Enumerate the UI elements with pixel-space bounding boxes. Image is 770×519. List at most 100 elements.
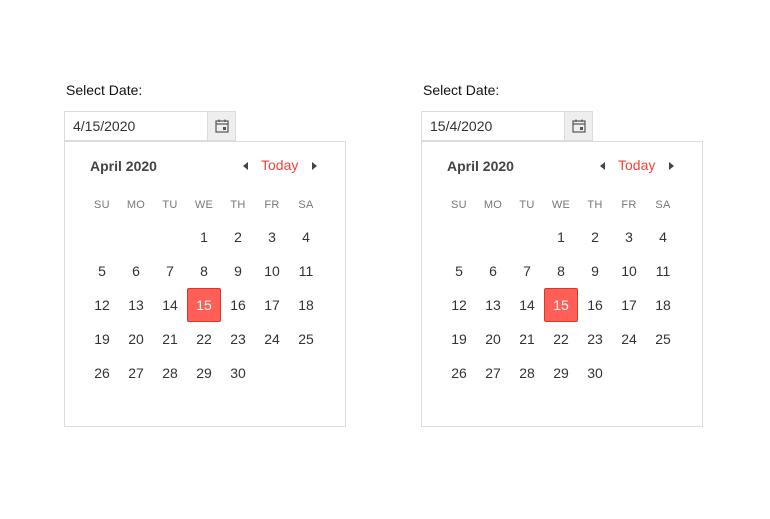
day-cell[interactable]: 10 [255, 254, 289, 288]
calendar-week-row: 5 6 7 8 9 10 11 [85, 254, 327, 288]
day-cell[interactable]: 22 [187, 322, 221, 356]
triangle-right-icon [669, 162, 674, 170]
day-cell[interactable]: 20 [119, 322, 153, 356]
day-cell[interactable]: 17 [255, 288, 289, 322]
day-cell[interactable]: 5 [442, 254, 476, 288]
date-input[interactable] [422, 112, 566, 140]
prev-month-button[interactable] [596, 158, 610, 174]
day-cell[interactable]: 12 [85, 288, 119, 322]
weekday-label: FR [264, 199, 280, 211]
next-month-button[interactable] [307, 158, 321, 174]
day-cell[interactable]: 9 [578, 254, 612, 288]
selected-day-cell[interactable]: 15 [187, 288, 221, 322]
day-cell[interactable]: 19 [442, 322, 476, 356]
selected-day-cell[interactable]: 15 [544, 288, 578, 322]
today-button[interactable]: Today [618, 157, 655, 173]
day-cell[interactable]: 11 [289, 254, 323, 288]
weekday-label: SA [655, 199, 671, 211]
day-cell[interactable]: 29 [187, 356, 221, 390]
empty-day-cell [442, 220, 476, 254]
calendar-icon [214, 119, 229, 133]
day-cell[interactable]: 23 [578, 322, 612, 356]
date-input[interactable] [65, 112, 209, 140]
triangle-left-icon [600, 162, 605, 170]
day-cell[interactable]: 28 [153, 356, 187, 390]
empty-day-cell [85, 220, 119, 254]
day-cell[interactable]: 23 [221, 322, 255, 356]
day-cell[interactable]: 16 [578, 288, 612, 322]
day-cell[interactable]: 18 [289, 288, 323, 322]
day-cell[interactable]: 13 [119, 288, 153, 322]
day-cell[interactable]: 11 [646, 254, 680, 288]
day-cell[interactable]: 6 [476, 254, 510, 288]
day-cell[interactable]: 8 [187, 254, 221, 288]
day-cell[interactable]: 18 [646, 288, 680, 322]
day-cell[interactable]: 25 [646, 322, 680, 356]
day-cell[interactable]: 3 [255, 220, 289, 254]
month-title: April 2020 [90, 158, 157, 174]
day-cell[interactable]: 16 [221, 288, 255, 322]
day-cell[interactable]: 2 [221, 220, 255, 254]
calendar-week-row: 26 27 28 29 30 [442, 356, 684, 390]
day-cell[interactable]: 24 [255, 322, 289, 356]
day-cell[interactable]: 14 [510, 288, 544, 322]
day-cell[interactable]: 8 [544, 254, 578, 288]
day-cell[interactable]: 22 [544, 322, 578, 356]
day-cell[interactable]: 21 [510, 322, 544, 356]
day-cell[interactable]: 5 [85, 254, 119, 288]
day-cell[interactable]: 17 [612, 288, 646, 322]
day-cell[interactable]: 25 [289, 322, 323, 356]
day-cell[interactable]: 7 [153, 254, 187, 288]
day-cell[interactable]: 26 [85, 356, 119, 390]
empty-day-cell [289, 356, 323, 390]
day-cell[interactable]: 2 [578, 220, 612, 254]
day-cell[interactable]: 28 [510, 356, 544, 390]
weekday-header: SU MO TU WE TH FR SA [85, 196, 327, 214]
day-cell[interactable]: 7 [510, 254, 544, 288]
weekday-label: TH [587, 199, 603, 211]
empty-day-cell [476, 220, 510, 254]
day-cell[interactable]: 10 [612, 254, 646, 288]
day-cell[interactable]: 6 [119, 254, 153, 288]
day-cell[interactable]: 30 [578, 356, 612, 390]
date-input-wrapper [421, 111, 593, 141]
day-cell[interactable]: 1 [187, 220, 221, 254]
empty-day-cell [119, 220, 153, 254]
calendar-icon [571, 119, 586, 133]
day-cell[interactable]: 27 [476, 356, 510, 390]
day-cell[interactable]: 24 [612, 322, 646, 356]
day-cell[interactable]: 20 [476, 322, 510, 356]
calendar-button[interactable] [564, 112, 592, 140]
day-cell[interactable]: 3 [612, 220, 646, 254]
weekday-label: SU [94, 199, 110, 211]
weekday-label: FR [621, 199, 637, 211]
day-cell[interactable]: 19 [85, 322, 119, 356]
weekday-label: TU [519, 199, 535, 211]
day-cell[interactable]: 26 [442, 356, 476, 390]
day-cell[interactable]: 1 [544, 220, 578, 254]
day-cell[interactable]: 30 [221, 356, 255, 390]
day-cell[interactable]: 21 [153, 322, 187, 356]
day-cell[interactable]: 4 [646, 220, 680, 254]
day-cell[interactable]: 29 [544, 356, 578, 390]
day-cell[interactable]: 13 [476, 288, 510, 322]
calendar-week-row: 1234 [442, 220, 684, 254]
next-month-button[interactable] [664, 158, 678, 174]
weekday-label: WE [194, 199, 214, 211]
calendar-week-row: 5 6 7 8 9 10 11 [442, 254, 684, 288]
calendar-week-row: 19 20 21 22 23 24 25 [85, 322, 327, 356]
prev-month-button[interactable] [239, 158, 253, 174]
select-date-label: Select Date: [423, 82, 500, 98]
day-cell[interactable]: 12 [442, 288, 476, 322]
calendar-grid: SU MO TU WE TH FR SA 1 2 3 4 5 6 7 8 9 10 11 12 13 14… [85, 196, 327, 390]
today-button[interactable]: Today [261, 157, 298, 173]
calendar-week-row: 12 13 14 15 16 17 18 [442, 288, 684, 322]
calendar-weeks: 1 2 3 4 5 6 7 8 9 10 11 12 13 14 15 16 17 18 19 20 21 22 23 24 2… [442, 220, 684, 390]
day-cell[interactable]: 4 [289, 220, 323, 254]
calendar-week-row: 26 27 28 29 30 [85, 356, 327, 390]
day-cell[interactable]: 27 [119, 356, 153, 390]
calendar-popup: April 2020 Today SU MO TU WE TH FR SA 12… [64, 141, 346, 427]
day-cell[interactable]: 14 [153, 288, 187, 322]
day-cell[interactable]: 9 [221, 254, 255, 288]
calendar-button[interactable] [207, 112, 235, 140]
